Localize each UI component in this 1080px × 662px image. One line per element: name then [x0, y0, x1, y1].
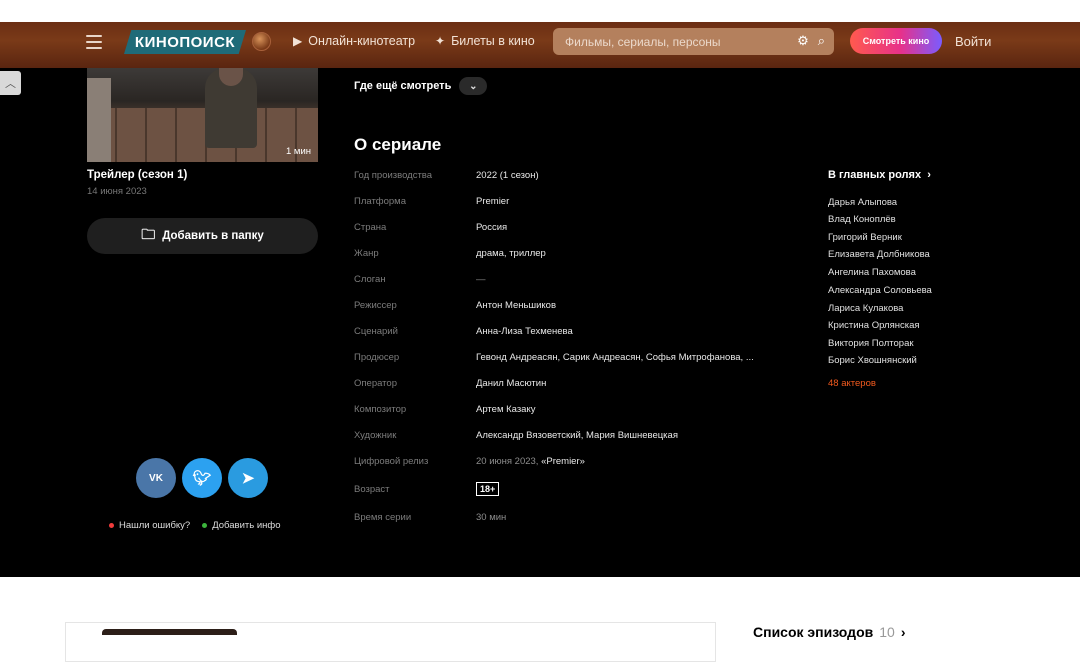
nav-online-cinema[interactable]: ▶ Онлайн-кинотеатр	[293, 34, 415, 48]
info-row: Цифровой релиз 20 июня 2023, «Premier»	[354, 456, 585, 467]
episode-image	[102, 629, 237, 635]
add-info-link[interactable]: Добавить инфо	[202, 520, 281, 531]
more-actors-link[interactable]: 48 актеров	[828, 378, 876, 389]
logo-text: КИНОПОИСК	[134, 33, 236, 51]
info-row: Продюсер Гевонд Андреасян, Сарик Андреас…	[354, 352, 754, 363]
cast-item[interactable]: Елизавета Долбникова	[828, 249, 930, 260]
twitter-icon: 🐦︎	[192, 470, 212, 487]
info-row: Жанр драма, триллер	[354, 248, 546, 259]
report-error-link[interactable]: Нашли ошибку?	[109, 520, 190, 531]
search-icon[interactable]: ⌕	[818, 33, 825, 49]
add-to-folder-button[interactable]: 🗀 Добавить в папку	[87, 218, 318, 254]
vk-share-button[interactable]: VK	[136, 458, 176, 498]
trailer-thumbnail[interactable]: 1 мин	[87, 68, 318, 162]
cast-item[interactable]: Кристина Орлянская	[828, 320, 920, 331]
nav-tickets[interactable]: ✦ Билеты в кино	[435, 34, 535, 48]
chevron-up-icon[interactable]: ︿	[0, 71, 21, 95]
episodes-list-link[interactable]: Список эпизодов 10 ›	[753, 624, 905, 640]
play-icon: ▶	[293, 34, 303, 48]
info-row: Время серии 30 мин	[354, 512, 507, 523]
add-folder-label: Добавить в папку	[162, 230, 264, 242]
about-title: О сериале	[354, 135, 442, 154]
ball-icon[interactable]	[252, 32, 271, 51]
filter-icon[interactable]: ⚙	[797, 33, 809, 49]
info-row: Страна Россия	[354, 222, 508, 233]
trailer-date: 14 июня 2023	[87, 186, 147, 197]
cast-item[interactable]: Григорий Верник	[828, 232, 902, 243]
vk-icon: VK	[149, 472, 163, 484]
cast-item[interactable]: Лариса Кулакова	[828, 303, 903, 314]
info-row: Сценарий Анна-Лиза Техменева	[354, 326, 573, 337]
cast-item[interactable]: Дарья Алыпова	[828, 197, 897, 208]
chevron-down-icon[interactable]: ⌄	[459, 77, 488, 95]
info-row: Оператор Данил Масютин	[354, 378, 547, 389]
login-link[interactable]: Войти	[955, 34, 991, 49]
search-box: ⚙ ⌕	[553, 28, 834, 55]
info-row: Режиссер Антон Меньшиков	[354, 300, 557, 311]
cast-item[interactable]: Ангелина Пахомова	[828, 267, 916, 278]
telegram-icon: ➤	[241, 470, 255, 487]
trailer-duration: 1 мин	[285, 146, 311, 157]
telegram-share-button[interactable]: ➤	[228, 458, 268, 498]
twitter-share-button[interactable]: 🐦︎	[182, 458, 222, 498]
where-to-watch-label: Где ещё смотреть	[354, 80, 452, 92]
ticket-icon: ✦	[435, 34, 446, 48]
report-links: Нашли ошибку? Добавить инфо	[109, 520, 281, 531]
watch-movies-button[interactable]: Смотреть кино	[850, 28, 942, 54]
cast-item[interactable]: Виктория Полторак	[828, 338, 914, 349]
cast-item[interactable]: Александра Соловьева	[828, 285, 932, 296]
search-input[interactable]	[565, 34, 785, 49]
info-row: Год производства 2022 (1 сезон)	[354, 170, 539, 181]
nav-tickets-label: Билеты в кино	[451, 34, 535, 48]
menu-icon[interactable]	[86, 35, 102, 49]
info-row: Композитор Артем Казаку	[354, 404, 536, 415]
age-rating-badge: 18+	[476, 482, 500, 496]
info-row: Художник Александр Вязоветский, Мария Ви…	[354, 430, 678, 441]
where-to-watch[interactable]: Где ещё смотреть ⌄	[354, 77, 488, 95]
folder-plus-icon: 🗀	[141, 226, 156, 242]
nav-online-label: Онлайн-кинотеатр	[308, 34, 416, 48]
logo[interactable]: КИНОПОИСК	[124, 30, 246, 54]
premier-link[interactable]: «Premier»	[541, 456, 585, 467]
site-header: КИНОПОИСК ▶ Онлайн-кинотеатр ✦ Билеты в …	[0, 22, 1080, 68]
info-row: Возраст 18+	[354, 482, 814, 496]
chevron-right-icon: ›	[900, 624, 906, 640]
chevron-right-icon: ›	[924, 169, 931, 181]
episode-card[interactable]	[65, 622, 716, 662]
cast-item[interactable]: Влад Коноплёв	[828, 214, 896, 225]
cast-title-link[interactable]: В главных ролях ›	[828, 169, 931, 181]
info-row: Слоган —	[354, 274, 486, 285]
info-row: Платформа Premier	[354, 196, 510, 207]
trailer-title[interactable]: Трейлер (сезон 1)	[87, 169, 187, 181]
cast-item[interactable]: Борис Хвошнянский	[828, 355, 917, 366]
top-strip	[0, 0, 1080, 22]
